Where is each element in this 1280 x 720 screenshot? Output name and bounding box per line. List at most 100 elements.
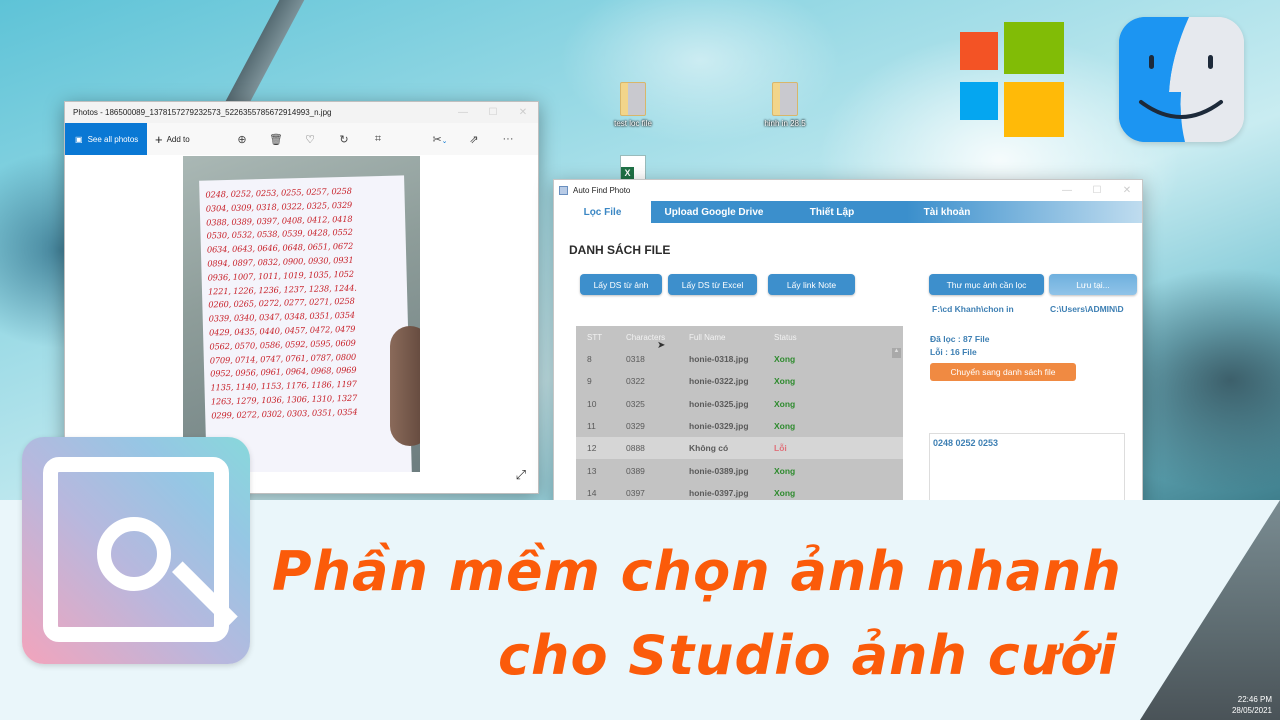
tab-thiet-lap[interactable]: Thiết Lập (777, 201, 887, 223)
edit-icon[interactable]: ✂⌄ (423, 133, 457, 146)
excel-file-icon[interactable]: X (620, 155, 646, 181)
folder-icon (620, 82, 646, 116)
expand-icon[interactable]: ⤢ (516, 467, 526, 483)
error-count: Lỗi : 16 File (930, 347, 977, 357)
table-row[interactable]: 12 0888 Không có Lỗi (576, 437, 903, 460)
afp-tab-bar: Lọc File Upload Google Drive Thiết Lập T… (554, 201, 1142, 223)
add-to-button[interactable]: + Add to (155, 132, 225, 147)
cell-status: Xong (774, 376, 796, 387)
handwritten-list-photo: 0248, 0252, 0253, 0255, 0257, 0258 0304, … (183, 156, 420, 472)
table-row[interactable]: 13 0389 honie-0389.jpg Xong (576, 459, 903, 481)
switch-to-file-list-button[interactable]: Chuyển sang danh sách file (930, 363, 1076, 381)
source-folder-button[interactable]: Thư mục ảnh cần lọc (929, 274, 1044, 295)
clock-time: 22:46 PM (1237, 695, 1272, 704)
banner-headline-line2: cho Studio ảnh cưới (498, 624, 1118, 687)
table-body: 8 0318 honie-0318.jpg Xong 9 0322 honie-0322.j… (576, 348, 903, 521)
header-full-name: Full Name (689, 332, 726, 342)
maximize-button[interactable]: ☐ (1082, 185, 1112, 196)
desktop-folder-hinh-in[interactable]: hinh in 28.5 (750, 82, 820, 128)
file-table: STT Characters Full Name Status 8 0318 hon… (576, 326, 903, 521)
magnifier-icon (97, 517, 171, 591)
save-path: C:\Users\ADMIN\D (1050, 304, 1124, 314)
afp-title-bar: Auto Find Photo — ☐ ✕ (554, 180, 1142, 201)
table-row[interactable]: 9 0322 honie-0322.jpg Xong (576, 370, 903, 392)
finder-face-icon (1119, 17, 1244, 142)
desktop-folder-test-loc-file[interactable]: test loc file (598, 82, 668, 128)
cell-status: Lỗi (774, 443, 787, 454)
tab-tai-khoan[interactable]: Tài khoản (887, 201, 1007, 223)
taskbar-clock[interactable]: 22:46 PM 28/05/2021 (1232, 694, 1272, 716)
windows-logo-yellow (1004, 82, 1064, 137)
cell-characters: 0325 (626, 398, 645, 409)
photos-toolbar: ▣ See all photos + Add to ⊕ 🗑︎ ♡ ↻ ⌗ ✂⌄ … (65, 123, 538, 155)
photos-window-title: Photos - 186500089_1378157279232573_5226… (73, 108, 332, 117)
mouse-cursor-icon: ➤ (657, 340, 666, 351)
table-header: STT Characters Full Name Status (576, 326, 903, 348)
afp-window-title: Auto Find Photo (573, 186, 631, 195)
cell-status: Xong (774, 487, 796, 498)
cell-characters: 0329 (626, 421, 645, 432)
photos-window: Photos - 186500089_1378157279232573_5226… (64, 101, 539, 494)
app-icon (559, 186, 568, 195)
see-all-photos-button[interactable]: ▣ See all photos (65, 123, 147, 155)
crop-icon[interactable]: ⌗ (361, 133, 395, 146)
header-stt: STT (587, 332, 603, 342)
zoom-in-icon[interactable]: ⊕ (225, 133, 259, 146)
close-button[interactable]: ✕ (508, 107, 538, 118)
table-row[interactable]: 8 0318 honie-0318.jpg Xong (576, 348, 903, 370)
get-list-from-image-button[interactable]: Lấy DS từ ảnh (580, 274, 662, 295)
photos-icon: ▣ (75, 134, 83, 144)
get-list-from-excel-button[interactable]: Lấy DS từ Excel (668, 274, 757, 295)
cell-stt: 12 (587, 443, 597, 454)
minimize-button[interactable]: — (1052, 185, 1082, 196)
table-row[interactable]: 11 0329 honie-0329.jpg Xong (576, 415, 903, 437)
cell-full-name: honie-0397.jpg (689, 487, 749, 498)
cell-stt: 11 (587, 421, 596, 432)
scroll-up-button[interactable]: ▲ (892, 348, 901, 358)
cell-stt: 13 (587, 465, 597, 476)
tab-loc-file[interactable]: Lọc File (554, 201, 651, 223)
cell-full-name: honie-0325.jpg (689, 398, 749, 409)
auto-find-photo-window: Auto Find Photo — ☐ ✕ Lọc File Upload Go… (553, 179, 1143, 540)
plus-icon: + (155, 131, 163, 147)
windows-logo-red (960, 32, 998, 70)
cell-status: Xong (774, 354, 796, 365)
see-all-photos-label: See all photos (87, 134, 139, 144)
cell-stt: 8 (587, 354, 592, 365)
close-button[interactable]: ✕ (1112, 185, 1142, 196)
cell-characters: 0389 (626, 465, 645, 476)
cell-characters: 0888 (626, 443, 645, 454)
cell-full-name: honie-0318.jpg (689, 354, 749, 365)
cell-full-name: honie-0322.jpg (689, 376, 749, 387)
cell-stt: 14 (587, 487, 597, 498)
cell-characters: 0397 (626, 487, 645, 498)
clock-date: 28/05/2021 (1231, 706, 1272, 715)
tab-upload-google-drive[interactable]: Upload Google Drive (651, 201, 777, 223)
header-characters: Characters (626, 332, 666, 342)
cell-characters: 0322 (626, 376, 645, 387)
afp-body: DANH SÁCH FILE Lấy DS từ ảnh Lấy DS từ E… (554, 223, 1142, 540)
save-to-button[interactable]: Lưu tại... (1049, 274, 1137, 295)
desktop-icon-label: hinh in 28.5 (764, 119, 806, 128)
cell-characters: 0318 (626, 354, 645, 365)
get-note-link-button[interactable]: Lấy link Note (768, 274, 855, 295)
cell-full-name: Không có (689, 443, 729, 454)
delete-icon[interactable]: 🗑︎ (259, 133, 293, 146)
chevron-down-icon: ⌄ (441, 137, 448, 145)
more-icon[interactable]: ··· (491, 133, 525, 145)
add-to-label: Add to (166, 134, 190, 144)
rotate-icon[interactable]: ↻ (327, 133, 361, 146)
windows-logo-green (1004, 22, 1064, 74)
filtered-count: Đã lọc : 87 File (930, 334, 990, 344)
header-status: Status (774, 332, 797, 342)
cell-full-name: honie-0329.jpg (689, 421, 749, 432)
cell-status: Xong (774, 421, 796, 432)
cell-status: Xong (774, 465, 796, 476)
minimize-button[interactable]: — (448, 107, 478, 118)
banner-corner-graphic (1140, 500, 1280, 720)
share-icon[interactable]: ⇗ (457, 133, 491, 146)
maximize-button[interactable]: ☐ (478, 107, 508, 118)
banner-headline-line1: Phần mềm chọn ảnh nhanh (272, 540, 1122, 603)
table-row[interactable]: 10 0325 honie-0325.jpg Xong (576, 393, 903, 415)
favorite-icon[interactable]: ♡ (293, 133, 327, 146)
